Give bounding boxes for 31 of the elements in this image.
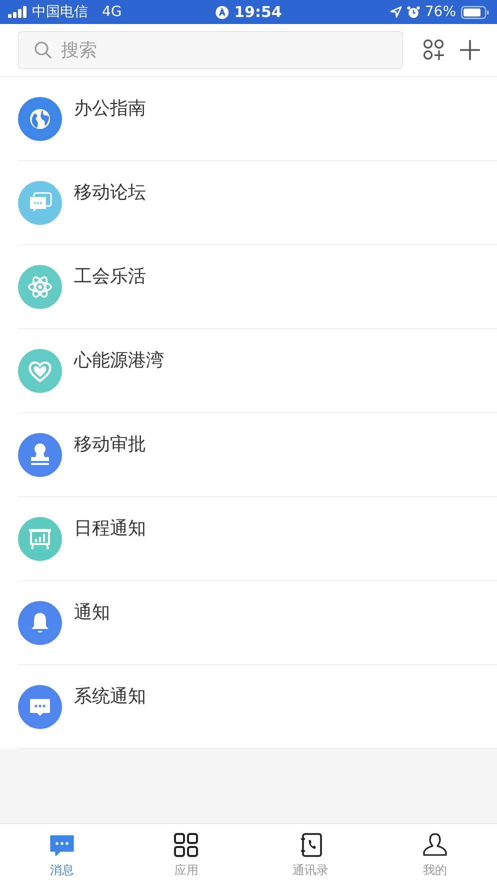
list-item[interactable]: 心能源港湾 — [18, 329, 497, 413]
tab-item[interactable]: 消息 — [0, 824, 124, 883]
person-icon — [422, 832, 448, 858]
chat-icon — [49, 832, 76, 858]
item-title: 心能源港湾 — [74, 349, 164, 372]
signal-icon — [8, 6, 28, 18]
item-title: 办公指南 — [74, 97, 146, 120]
alarm-icon — [406, 6, 420, 18]
list-item[interactable]: 移动审批 — [18, 413, 497, 497]
list-item[interactable]: 移动论坛 — [18, 161, 497, 245]
item-title: 系统通知 — [74, 685, 146, 708]
search-field[interactable]: 搜索 — [18, 31, 403, 69]
grid-icon — [173, 832, 200, 858]
list-item[interactable]: 日程通知 — [18, 497, 497, 581]
item-title: 通知 — [74, 601, 110, 624]
list-item[interactable]: 通知 — [18, 581, 497, 665]
list-item[interactable]: 工会乐活 — [18, 245, 497, 329]
battery-percent: 76% — [424, 4, 456, 20]
carrier-name: 中国电信 — [32, 3, 88, 21]
item-title: 工会乐活 — [74, 265, 146, 288]
item-title: 移动审批 — [74, 433, 146, 456]
network-type: 4G — [102, 4, 122, 20]
battery-icon — [461, 6, 489, 18]
item-title: 日程通知 — [74, 517, 146, 540]
clock-time: 19:54 — [234, 3, 282, 21]
add-group-icon[interactable] — [423, 39, 445, 61]
add-icon[interactable] — [459, 39, 481, 61]
app-badge-icon — [215, 6, 228, 18]
location-icon — [390, 6, 402, 18]
item-title: 移动论坛 — [74, 181, 146, 204]
list-item[interactable]: 办公指南 — [18, 77, 497, 161]
